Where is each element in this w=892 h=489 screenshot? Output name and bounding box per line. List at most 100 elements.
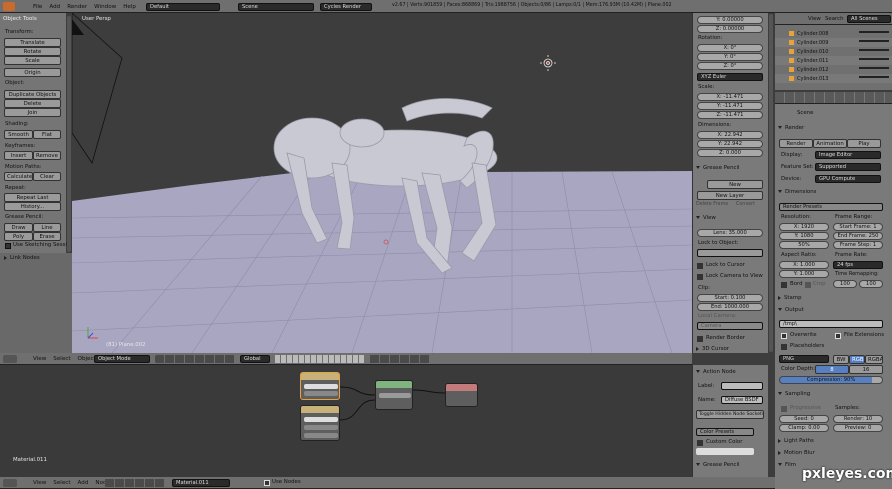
output-panel-header[interactable]: Output [778,306,804,314]
fps-selector[interactable]: 24 fps [833,261,883,269]
lock-cursor-checkbox[interactable] [697,263,703,269]
draw-button[interactable]: Draw [4,223,33,232]
time-remap-new-field[interactable]: 100 [859,280,883,288]
node-editor-type-icon[interactable] [3,479,17,487]
calculate-button[interactable]: Calculate [4,172,33,181]
render-panel-header[interactable]: Render [778,124,804,132]
frame-step-field[interactable]: Frame Step: 1 [833,241,883,249]
texture-node[interactable] [300,405,340,441]
scale-button[interactable]: Scale [4,56,61,65]
render-samples-field[interactable]: Render: 10 [833,415,883,423]
delete-frame-label[interactable]: Delete Frame [696,201,728,209]
properties-panel-scrollbar[interactable] [769,14,773,352]
rotation-x-field[interactable]: X: 0° [697,44,763,52]
menu-help[interactable]: Help [123,4,136,10]
properties-tabs[interactable] [775,92,892,104]
film-panel-header[interactable]: Film [778,461,796,469]
placeholders-checkbox[interactable] [781,344,787,350]
menu-add[interactable]: Add [49,4,60,10]
scale-z-field[interactable]: Z: -11.471 [697,111,763,119]
play-button[interactable]: Play [847,139,881,148]
node-label-field[interactable] [721,382,763,390]
menu-render[interactable]: Render [67,4,87,10]
aspect-y-field[interactable]: Y: 1.000 [779,270,829,278]
file-extensions-checkbox[interactable] [835,333,841,339]
new-layer-button[interactable]: New Layer [697,191,763,200]
visibility-icons[interactable] [859,29,889,83]
active-node-header[interactable]: Action Node [696,368,736,376]
preview-samples-field[interactable]: Preview: 0 [833,424,883,432]
location-y-field[interactable]: Y: 0.00000 [697,16,763,24]
lock-object-field[interactable] [697,249,763,257]
rotate-button[interactable]: Rotate [4,47,61,56]
time-remap-old-field[interactable]: 100 [833,280,857,288]
line-button[interactable]: Line [33,223,61,232]
animation-button[interactable]: Animation [813,139,847,148]
layer-buttons[interactable] [275,355,365,363]
link-nodes-panel[interactable]: Link Nodes [0,253,72,365]
bw-button[interactable]: BW [833,355,849,364]
scale-y-field[interactable]: Y: -11.471 [697,102,763,110]
dimensions-panel-header[interactable]: Dimensions [778,188,816,196]
outliner-search-menu[interactable]: Search [825,15,844,23]
resolution-x-field[interactable]: X: 1920 [779,223,829,231]
resolution-percent-field[interactable]: 50% [779,241,829,249]
display-selector[interactable]: Image Editor [815,151,881,159]
repeat-last-button[interactable]: Repeat Last [4,193,61,202]
progressive-checkbox[interactable] [781,406,787,412]
node-field[interactable] [379,393,411,398]
device-selector[interactable]: GPU Compute [815,175,881,183]
sketching-checkbox[interactable] [5,243,11,249]
poly-button[interactable]: Poly [4,232,33,241]
node-editor[interactable]: Material.011 [0,365,692,477]
node-field[interactable] [304,391,338,396]
menu-file[interactable]: File [33,4,42,10]
custom-color-swatch[interactable] [696,448,754,455]
node-name-field[interactable]: Diffuse BSDF [721,396,763,404]
new-grease-button[interactable]: New [707,180,763,189]
tool-shelf-scrollbar[interactable] [67,16,71,252]
render-presets-selector[interactable]: Render Presets [779,203,883,211]
aspect-x-field[interactable]: X: 1.000 [779,261,829,269]
node-grease-pencil-header[interactable]: Grease Pencil [696,461,739,469]
custom-color-checkbox[interactable] [697,440,703,446]
crop-checkbox[interactable] [805,282,811,288]
dimension-z-field[interactable]: Z: 0.000 [697,149,763,157]
rgba-button[interactable]: RGBA [865,355,883,364]
output-path-field[interactable]: /tmp\ [779,320,883,328]
node-color-socket[interactable] [304,384,338,389]
overwrite-checkbox[interactable] [781,333,787,339]
clear-button[interactable]: Clear [33,172,61,181]
erase-button[interactable]: Erase [33,232,61,241]
outliner-display-selector[interactable]: All Scenes [847,15,891,23]
node-field[interactable] [304,433,338,438]
node-menu-add[interactable]: Add [78,480,89,486]
duplicate-objects-button[interactable]: Duplicate Objects [4,90,61,99]
layout-selector[interactable]: Default [146,3,220,11]
node-menu-view[interactable]: View [33,480,46,486]
lens-field[interactable]: Lens: 35.000 [697,229,763,237]
shader-type-buttons[interactable] [105,479,165,487]
render-border-checkbox[interactable] [697,336,703,342]
menu-select[interactable]: Select [53,356,70,362]
stamp-panel-header[interactable]: Stamp [778,294,802,302]
rgb-button[interactable]: RGB [849,355,865,364]
color-presets-selector[interactable]: Color Presets [696,428,754,436]
file-format-selector[interactable]: PNG [779,355,829,363]
seed-field[interactable]: Seed: 0 [779,415,829,423]
texture-node-active[interactable] [300,372,340,400]
outliner-view-menu[interactable]: View [808,15,821,23]
border-checkbox[interactable] [781,282,787,288]
location-z-field[interactable]: Z: 0.00000 [697,25,763,33]
dimension-x-field[interactable]: X: 22.942 [697,131,763,139]
history-button[interactable]: History... [4,202,61,211]
depth-16-button[interactable]: 16 [849,365,883,374]
rotation-y-field[interactable]: Y: 0° [697,53,763,61]
viewport-3d[interactable]: User Persp (81) Plane.002 [72,13,692,353]
scene-selector[interactable]: Scene [238,3,314,11]
toggle-hidden-sockets-button[interactable]: Toggle Hidden Node Sockets [696,410,764,419]
editor-type-icon[interactable] [3,355,17,363]
flat-button[interactable]: Flat [33,130,61,139]
compression-slider[interactable]: Compression: 90% [779,376,883,384]
join-button[interactable]: Join [4,108,61,117]
